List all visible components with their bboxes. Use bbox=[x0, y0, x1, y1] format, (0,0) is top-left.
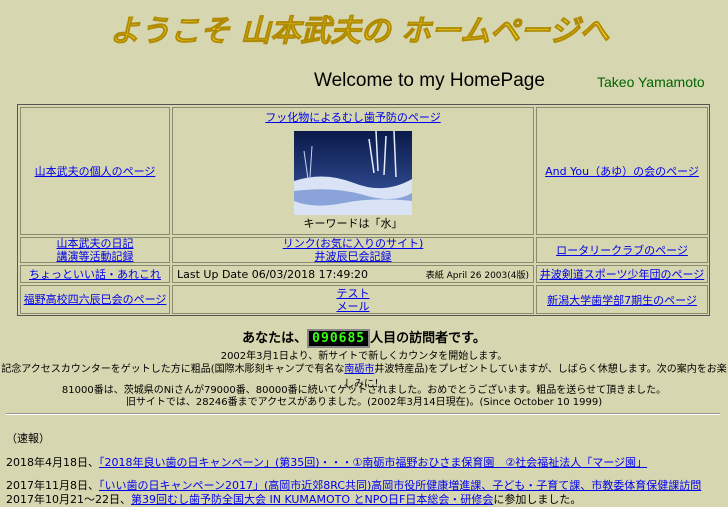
news-tail: に参加しました。 bbox=[493, 493, 582, 506]
news-item: 2018年4月18日、「2018年良い歯の日キャンペーン」(第35回)・・・①南… bbox=[6, 454, 647, 470]
cell-highschool: 福野高校四六辰巳会のページ bbox=[20, 285, 170, 314]
link-test[interactable]: テスト bbox=[337, 287, 370, 300]
link-personal-page[interactable]: 山本武夫の個人のページ bbox=[35, 163, 156, 179]
link-inami-tatsumi[interactable]: 井波辰巳会記録 bbox=[315, 250, 392, 263]
visitor-counter-line: あなたは、 090685 人目の訪問者です。 bbox=[0, 327, 728, 348]
cell-fluoride: フッ化物によるむし歯予防のページ キーワードは「水」 bbox=[172, 107, 534, 235]
counter-digits: 090685 bbox=[307, 329, 371, 348]
news-date: 2018年4月18日、 bbox=[6, 456, 99, 469]
link-favorites[interactable]: リンク(お気に入りのサイト) bbox=[283, 237, 424, 250]
news-link-2018[interactable]: 「2018年良い歯の日キャンペーン」(第35回)・・・①南砺市福野おひさま保育園… bbox=[99, 456, 647, 469]
link-nanto-city[interactable]: 南砺市 bbox=[344, 364, 374, 375]
cell-links: リンク(お気に入りのサイト) 井波辰巳会記録 bbox=[172, 237, 534, 263]
link-mail[interactable]: メール bbox=[337, 300, 370, 313]
note-old-site: 旧サイトでは、28246番までアクセスがありました。(2002年3月14日現在)… bbox=[125, 397, 603, 408]
divider bbox=[6, 413, 720, 415]
link-fluoride-page[interactable]: フッ化物によるむし歯予防のページ bbox=[265, 109, 440, 125]
link-rotary-page[interactable]: ロータリークラブのページ bbox=[556, 242, 688, 258]
keyword-caption: キーワードは「水」 bbox=[303, 217, 403, 230]
winter-river-image[interactable] bbox=[294, 131, 412, 215]
cover-version-text: 表紙 April 26 2003(4版) bbox=[425, 270, 529, 281]
cell-update: Last Up Date 06/03/2018 17:49:20 表紙 Apri… bbox=[172, 265, 534, 283]
welcome-title: Welcome to my HomePage bbox=[314, 70, 545, 91]
link-niigata-page[interactable]: 新潟大学歯学部7期生のページ bbox=[547, 292, 697, 308]
cell-chotto: ちょっといい話・あれこれ bbox=[20, 265, 170, 283]
link-kendo-page[interactable]: 井波剣道スポーツ少年団のページ bbox=[540, 266, 705, 282]
link-ayu-page[interactable]: And You（あゆ）の会のページ bbox=[545, 163, 699, 179]
last-update-text: Last Up Date 06/03/2018 17:49:20 bbox=[177, 267, 369, 281]
cell-diary: 山本武夫の日記 講演等活動記録 bbox=[20, 237, 170, 263]
banner-text: ようこそ 山本武夫の ホームページへ bbox=[110, 14, 610, 49]
cell-kendo: 井波剣道スポーツ少年団のページ bbox=[536, 265, 708, 283]
link-lecture-record[interactable]: 講演等活動記録 bbox=[57, 250, 134, 263]
news-item: 2017年10月21～22日、第39回むし歯予防全国大会 IN KUMAMOTO… bbox=[6, 491, 581, 507]
cell-rotary: ロータリークラブのページ bbox=[536, 237, 708, 263]
news-heading: （速報） bbox=[6, 432, 50, 445]
cell-niigata: 新潟大学歯学部7期生のページ bbox=[536, 285, 708, 314]
note-gift-text: 記念アクセスカウンターをゲットした方に粗品(国際木彫刻キャンプで有名な bbox=[1, 364, 345, 375]
link-highschool-page[interactable]: 福野高校四六辰巳会のページ bbox=[24, 293, 167, 306]
counter-suffix: 人目の訪問者です。 bbox=[370, 331, 486, 346]
news-link-2017-oct[interactable]: 第39回むし歯予防全国大会 IN KUMAMOTO とNPO日F日本総会・研修会 bbox=[131, 493, 493, 506]
counter-prefix: あなたは、 bbox=[242, 331, 308, 346]
link-good-stories[interactable]: ちょっといい話・あれこれ bbox=[29, 266, 161, 282]
cell-personal: 山本武夫の個人のページ bbox=[20, 107, 170, 235]
link-diary[interactable]: 山本武夫の日記 bbox=[57, 237, 134, 250]
welcome-banner: ようこそ 山本武夫の ホームページへ bbox=[110, 14, 611, 50]
author-name: Takeo Yamamoto bbox=[597, 74, 705, 90]
news-date: 2017年10月21～22日、 bbox=[6, 493, 131, 506]
cell-test-mail: テスト メール bbox=[172, 285, 534, 314]
cell-ayu: And You（あゆ）の会のページ bbox=[536, 107, 708, 235]
